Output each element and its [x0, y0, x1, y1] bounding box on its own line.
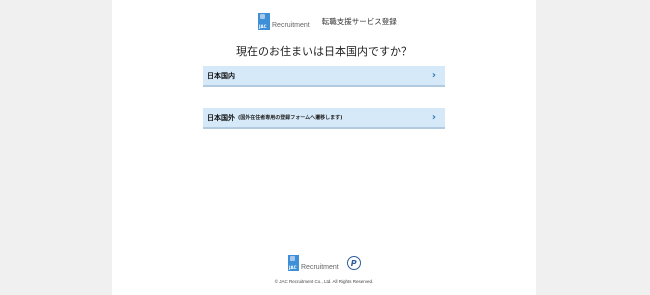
chevron-right-icon: › — [431, 112, 436, 123]
jac-logo-mark: JAC — [288, 255, 299, 271]
logo-mark-text: JAC — [259, 23, 267, 29]
privacy-mark-icon: P — [346, 256, 361, 270]
question-heading: 現在のお住まいは日本国内ですか？ — [236, 45, 412, 58]
footer-jac-logo: JAC Recruitment — [288, 255, 339, 271]
page: JAC Recruitment 転職支援サービス登録 現在のお住まいは日本国内で… — [112, 0, 536, 295]
option-label: 日本国外 — [207, 113, 235, 122]
header-title: 転職支援サービス登録 — [321, 16, 397, 26]
logo-mark-text: JAC — [289, 265, 297, 270]
option-domestic-button[interactable]: 日本国内 › — [203, 66, 445, 87]
option-overseas-button[interactable]: 日本国外 (国外在住者専用の登録フォームへ遷移します) › — [203, 108, 445, 129]
jac-logo-mark: JAC — [258, 12, 270, 30]
option-note: (国外在住者専用の登録フォームへ遷移します) — [238, 115, 343, 121]
chevron-right-icon: › — [431, 70, 436, 81]
copyright: © JAC Recruitment Co., Ltd. All Rights R… — [274, 279, 374, 284]
logo-text: Recruitment — [301, 263, 339, 271]
jac-logo: JAC Recruitment — [258, 12, 310, 30]
privacy-mark-letter: P — [350, 258, 357, 268]
option-label: 日本国内 — [207, 71, 235, 80]
logo-text: Recruitment — [272, 21, 310, 29]
footer-logos: JAC Recruitment P — [288, 255, 361, 271]
header: JAC Recruitment 転職支援サービス登録 — [258, 11, 397, 31]
